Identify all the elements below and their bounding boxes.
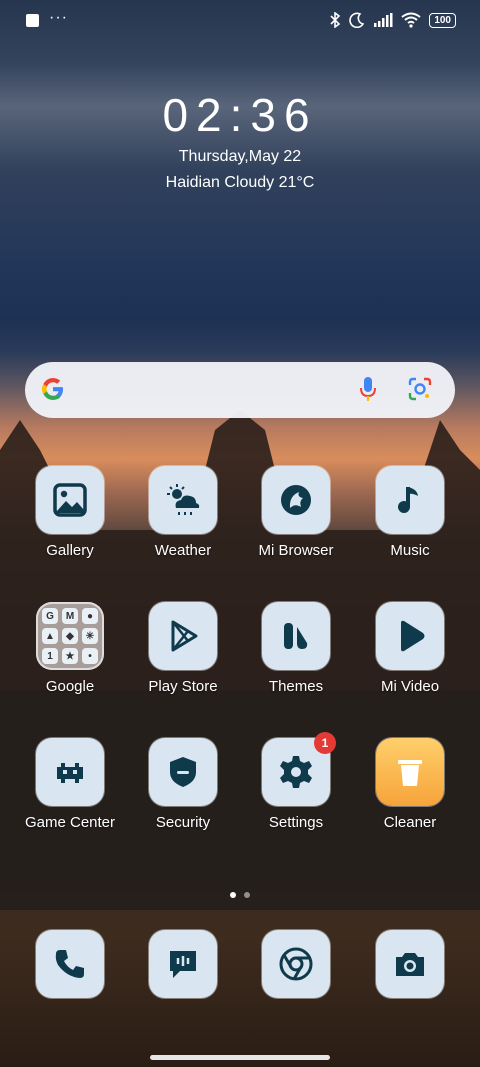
gmail-m-mini-icon: M — [62, 608, 78, 624]
battery-icon: 100 — [429, 12, 456, 28]
app-music[interactable]: Music — [350, 466, 470, 559]
lens-icon[interactable] — [407, 376, 433, 402]
app-mi-video[interactable]: Mi Video — [350, 602, 470, 695]
page-dot-1[interactable] — [230, 892, 236, 898]
clock-date: Thursday,May 22 — [178, 148, 302, 165]
google-g-icon — [42, 378, 63, 400]
app-themes[interactable]: Themes — [236, 602, 356, 695]
dock-camera[interactable] — [350, 930, 470, 998]
app-settings[interactable]: 1 Settings — [236, 732, 356, 831]
app-label: Mi Video — [380, 678, 440, 695]
pinwheel-mini-icon: ✳ — [82, 628, 98, 644]
home-indicator[interactable] — [150, 1055, 330, 1060]
app-label: Music — [390, 542, 430, 559]
app-weather[interactable]: Weather — [123, 466, 243, 559]
google-search-bar[interactable] — [25, 362, 455, 418]
page-dot-2[interactable] — [244, 892, 250, 898]
app-cleaner[interactable]: Cleaner — [350, 738, 470, 831]
phone-icon — [36, 930, 104, 998]
notification-badge: 1 — [314, 732, 336, 754]
google-folder-icon: G M ● ▲ ◆ ✳ 1 ★ • — [36, 602, 104, 670]
app-row: Game Center Security 1 Settings Cleaner — [0, 732, 480, 858]
gmail-mini-icon: G — [42, 608, 58, 624]
video-icon — [376, 602, 444, 670]
app-label: Settings — [268, 814, 324, 831]
clock-time: 02:36 — [162, 89, 318, 141]
security-icon — [149, 738, 217, 806]
app-label: Google — [45, 678, 95, 695]
trash-icon — [376, 738, 444, 806]
status-bar: ··· 100 — [0, 0, 480, 44]
chrome-icon — [262, 930, 330, 998]
app-label: Themes — [268, 678, 324, 695]
app-label: Mi Browser — [258, 542, 334, 559]
app-play-store[interactable]: Play Store — [123, 602, 243, 695]
app-label: Cleaner — [383, 814, 437, 831]
wifi-icon — [401, 12, 421, 28]
app-game-center[interactable]: Game Center — [10, 738, 130, 831]
themes-icon — [262, 602, 330, 670]
app-label: Security — [155, 814, 211, 831]
dock — [0, 930, 480, 1000]
mic-icon[interactable] — [359, 376, 377, 402]
game-icon — [36, 738, 104, 806]
app-label: Weather — [154, 542, 212, 559]
app-gallery[interactable]: Gallery — [10, 466, 130, 559]
one-mini-icon: 1 — [42, 648, 58, 664]
app-mi-browser[interactable]: Mi Browser — [236, 466, 356, 559]
app-label: Game Center — [24, 814, 116, 831]
weather-summary: Haidian Cloudy 21°C — [165, 174, 315, 191]
app-security[interactable]: Security — [123, 738, 243, 831]
maps-mini-icon: ● — [82, 608, 98, 624]
photos-mini-icon: ◆ — [62, 628, 78, 644]
app-row: Gallery Weather Mi Browser Music — [0, 466, 480, 586]
page-indicator[interactable] — [0, 892, 480, 898]
dock-phone[interactable] — [10, 930, 130, 998]
dock-chrome[interactable] — [236, 930, 356, 998]
browser-icon — [262, 466, 330, 534]
battery-level: 100 — [434, 14, 451, 26]
notification-square-icon — [26, 14, 39, 27]
app-google-folder[interactable]: G M ● ▲ ◆ ✳ 1 ★ • Google — [10, 602, 130, 695]
star-mini-icon: ★ — [62, 648, 78, 664]
moon-icon — [349, 12, 365, 28]
bluetooth-icon — [330, 12, 341, 28]
gallery-icon — [36, 466, 104, 534]
dock-messages[interactable] — [123, 930, 243, 998]
messages-icon — [149, 930, 217, 998]
clock-widget[interactable]: 02:36 Thursday,May 22 Haidian Cloudy 21°… — [0, 88, 480, 192]
weather-icon — [149, 466, 217, 534]
camera-icon — [376, 930, 444, 998]
app-row: G M ● ▲ ◆ ✳ 1 ★ • Google Play Store Them… — [0, 602, 480, 722]
play-store-icon — [149, 602, 217, 670]
dot-mini-icon: • — [82, 648, 98, 664]
more-dots-icon: ··· — [49, 8, 68, 26]
drive-mini-icon: ▲ — [42, 628, 58, 644]
music-icon — [376, 466, 444, 534]
signal-icon — [374, 13, 393, 27]
app-label: Gallery — [46, 542, 94, 559]
app-label: Play Store — [148, 678, 218, 695]
